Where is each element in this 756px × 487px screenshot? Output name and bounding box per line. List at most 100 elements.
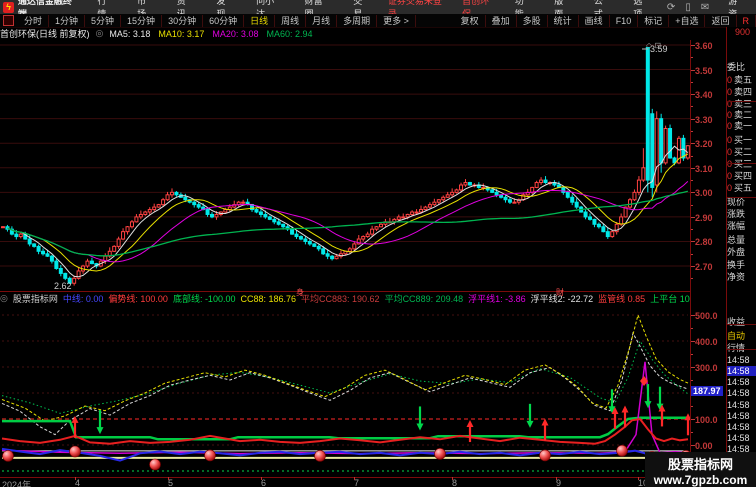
sidebar-row-外盘[interactable]: 外盘 <box>727 245 756 258</box>
sidebar-time-row[interactable]: 14:58 <box>727 377 756 387</box>
indicator-axis-label: 400.0 <box>695 337 718 347</box>
mobile-icon[interactable]: ▯ <box>680 2 696 13</box>
month-tick <box>556 477 557 480</box>
candle-body <box>205 209 210 215</box>
indicator-value: 平均CC883: 190.62 <box>301 294 380 304</box>
refresh-icon[interactable]: ⟳ <box>662 2 680 13</box>
candle-body <box>169 191 174 196</box>
sidebar-row-委比[interactable]: 委比 <box>727 60 756 73</box>
candle-body <box>370 228 375 235</box>
series-cc889-dotted-green <box>1 339 689 414</box>
toolbar-button-标记[interactable]: 标记 <box>638 14 670 27</box>
indicator-chart[interactable] <box>0 305 690 477</box>
sidebar-label: 现价 <box>727 197 746 207</box>
sidebar-time-row[interactable]: 14:58 <box>727 433 756 443</box>
ma-legend: MA5: 3.18 MA10: 3.17 MA20: 3.08 MA60: 2.94 <box>109 29 320 39</box>
price-axis-label: 3.00 <box>695 188 713 199</box>
sidebar-time-row[interactable]: 14:58 <box>727 388 756 398</box>
period-tab-周线[interactable]: 周线 <box>275 14 307 27</box>
candle-body <box>365 233 370 238</box>
candle-body <box>347 248 352 252</box>
period-tab-5分钟[interactable]: 5分钟 <box>85 14 122 27</box>
period-tab-月线[interactable]: 月线 <box>306 14 338 27</box>
watermark-url: www.7gpzb.com <box>653 473 748 487</box>
sidebar-row-行情[interactable]: 行情 <box>727 341 756 354</box>
sidebar-time-row[interactable]: 14:58 <box>727 422 756 432</box>
sidebar-time-row[interactable]: 14:58 <box>727 411 756 421</box>
candle-body <box>32 243 37 247</box>
toolbar-button-叠加[interactable]: 叠加 <box>486 14 517 27</box>
candle-body <box>1 226 5 229</box>
period-tab-多周期[interactable]: 多周期 <box>337 14 378 27</box>
main-candlestick-chart[interactable]: 3.592.62 <box>0 40 690 291</box>
candle-body <box>570 196 575 203</box>
toolbar-button-返回[interactable]: 返回 <box>705 14 737 27</box>
sidebar-label: 净资 <box>727 272 746 282</box>
toolbar-button-复权[interactable]: 复权 <box>455 14 486 27</box>
sidebar-zero-value: 0 <box>727 135 733 145</box>
candle-body <box>36 245 41 252</box>
candle-body <box>85 260 90 267</box>
toolbar-button-R[interactable]: R <box>737 14 756 27</box>
indicator-dropdown-icon[interactable]: ◎ <box>96 28 104 39</box>
toolbar-button-F10[interactable]: F10 <box>610 14 639 27</box>
price-axis-label: 2.90 <box>695 212 713 223</box>
sidebar-row-净资[interactable]: 净资 <box>727 270 756 283</box>
candle-body <box>410 211 415 215</box>
series-cc883-dashed-yellow <box>1 313 689 422</box>
sidebar-row-涨幅[interactable]: 涨幅 <box>727 219 756 232</box>
period-tab-分时[interactable]: 分时 <box>18 14 50 27</box>
tdx-terminal-window: ϟ 通达信金融终端 行情市场资讯发现问小达财富圈交易 证券交易未登录 首创环保 … <box>0 0 756 487</box>
candle-body <box>27 238 32 245</box>
sidebar-row-买五[interactable]: 0 买五 <box>727 181 756 194</box>
candle-body <box>592 218 597 225</box>
maximize-icon[interactable]: ⊡ <box>654 41 661 50</box>
sidebar-row-收益[interactable]: 收益 <box>727 315 756 328</box>
signal-ball <box>434 448 446 460</box>
candle-body <box>89 260 94 265</box>
indicator-toggle-icon[interactable]: ◎ <box>0 293 8 304</box>
candle-body <box>427 204 432 208</box>
chart-mode-icon[interactable] <box>3 15 14 26</box>
period-tab-日线[interactable]: 日线 <box>244 14 276 27</box>
month-tick <box>75 477 76 480</box>
candle-body <box>445 194 450 198</box>
diamond-tool-icon[interactable]: ◇ <box>646 41 652 50</box>
period-tab-更多 >[interactable]: 更多 > <box>377 14 416 27</box>
mail-icon[interactable]: ✉ <box>696 2 714 13</box>
sidebar-row-卖一[interactable]: 0 卖一 <box>727 119 756 132</box>
candle-body <box>574 201 579 208</box>
sidebar-label: 自动 <box>727 331 746 341</box>
toolbar-button-画线[interactable]: 画线 <box>579 14 610 27</box>
sidebar-label: 卖一 <box>734 121 753 131</box>
sidebar-time-row[interactable]: 14:58 <box>727 355 756 365</box>
sidebar-zero-value: 0 <box>727 87 733 97</box>
toolbar-button-+自选[interactable]: +自选 <box>669 14 706 27</box>
candle-body <box>14 233 19 238</box>
candle-body <box>298 236 303 240</box>
period-tab-60分钟[interactable]: 60分钟 <box>203 14 245 27</box>
candle-body <box>588 216 593 220</box>
price-axis: 3.60 3.50 3.40 3.30 3.20 3.10 3.00 2.90 2.80 2.70 <box>690 40 726 291</box>
sidebar-label: 买二 <box>734 147 753 157</box>
candle-body <box>116 238 121 247</box>
sidebar-time-row[interactable]: 14:58 <box>727 400 756 410</box>
toolbar-button-统计[interactable]: 统计 <box>548 14 579 27</box>
candle-body <box>45 253 50 257</box>
candle-body <box>334 255 339 260</box>
low-price-label: 2.62 <box>54 281 72 291</box>
period-tab-1分钟[interactable]: 1分钟 <box>49 14 86 27</box>
month-tick <box>261 477 262 480</box>
sidebar-time-row[interactable]: 14:58 <box>727 366 756 376</box>
quote-sidebar[interactable]: 900 委比 0 卖五 0 卖四 0 卖三 0 卖二 0 卖一 0 买一 0 买二 0 买三 0 买四 0 买五 现价 涨跌… <box>727 27 756 487</box>
candle-body <box>654 118 659 186</box>
period-tab-15分钟[interactable]: 15分钟 <box>121 14 163 27</box>
chart-tool-icons[interactable]: ◇ ⊡ <box>646 41 661 50</box>
indicator-axis-label: 100.0 <box>695 415 718 425</box>
toolbar-button-多股[interactable]: 多股 <box>517 14 548 27</box>
period-tab-30分钟[interactable]: 30分钟 <box>162 14 204 27</box>
signal-ball <box>204 449 216 462</box>
candle-body <box>210 213 215 218</box>
candle-body <box>49 255 54 262</box>
date-axis[interactable]: 2024年 4 5 6 7 8 9 10 <box>0 477 726 487</box>
